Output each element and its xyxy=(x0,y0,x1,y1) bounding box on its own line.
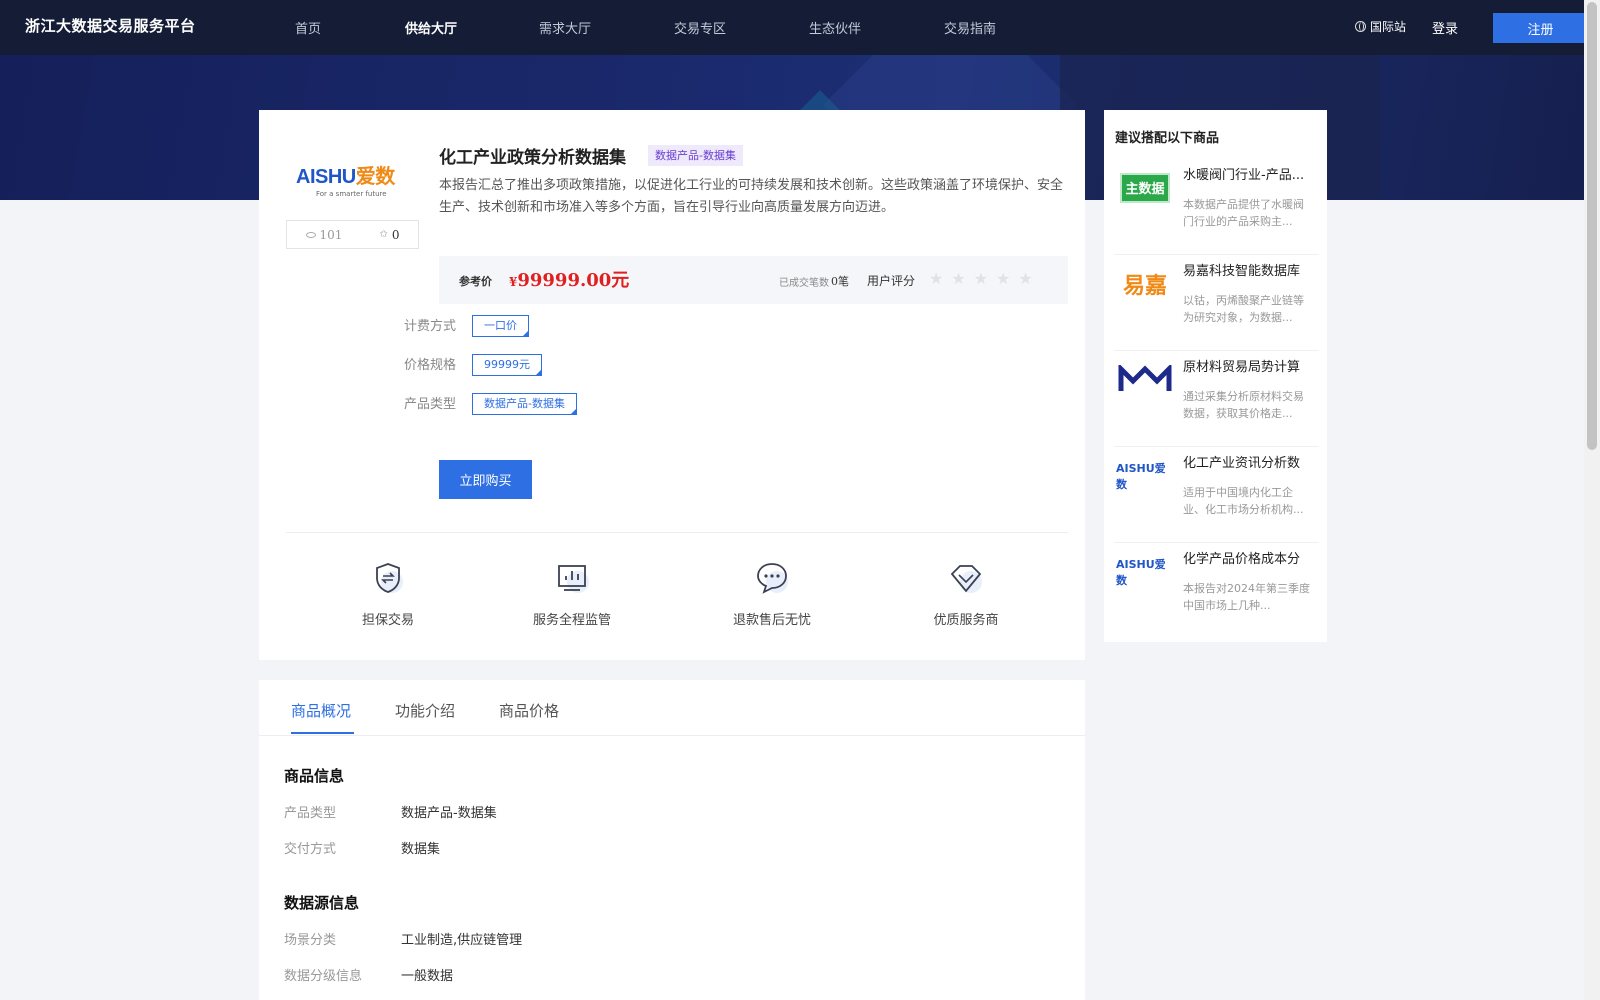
section-title-product-info: 商品信息 xyxy=(284,767,345,785)
info-key: 产品类型 xyxy=(284,806,337,821)
nav-home[interactable]: 首页 xyxy=(295,18,321,37)
star-icon: ★ xyxy=(1018,269,1033,288)
recommendation-title: 建议搭配以下商品 xyxy=(1115,131,1220,146)
vendor-logo: AISHU爱数 For a smarter future xyxy=(296,166,395,198)
product-thumbnail xyxy=(1116,362,1174,398)
star-icon: ★ xyxy=(996,269,1011,288)
international-site-link[interactable]: 国际站 xyxy=(1355,18,1406,35)
product-price: ¥99999.00元 xyxy=(509,270,630,291)
deals-count-label: 已成交笔数 xyxy=(779,278,829,289)
nav-trade-guide[interactable]: 交易指南 xyxy=(944,18,996,37)
category-badge: 数据产品-数据集 xyxy=(648,145,743,166)
product-details-panel: 商品概况 功能介绍 商品价格 商品信息 产品类型 数据产品-数据集 交付方式 数… xyxy=(259,680,1085,1000)
recommendation-item[interactable]: 原材料贸易局势计算 通过采集分析原材料交易数据，获取其价格走... xyxy=(1114,352,1319,447)
feature-quality-provider: 优质服务商 xyxy=(906,560,1026,628)
product-thumbnail: AISHU爱数 xyxy=(1116,558,1166,587)
user-rating-label: 用户评分 xyxy=(867,274,916,288)
product-type-label: 产品类型 xyxy=(404,397,457,412)
divider xyxy=(259,735,1085,736)
recommendation-item[interactable]: AISHU爱数 化学产品价格成本分 本报告对2024年第三季度中国市场上几种..… xyxy=(1114,544,1319,639)
active-tab-indicator xyxy=(291,732,354,734)
page-scrollbar[interactable] xyxy=(1584,0,1600,1000)
product-type-option[interactable]: 数据产品-数据集 xyxy=(472,393,577,415)
info-value: 工业制造,供应链管理 xyxy=(401,933,523,948)
reference-price-label: 参考价 xyxy=(459,275,492,288)
info-value: 一般数据 xyxy=(401,969,454,984)
divider xyxy=(286,532,1068,533)
product-stats: 101 ✩ 0 xyxy=(286,220,419,249)
login-link[interactable]: 登录 xyxy=(1432,18,1458,37)
price-spec-label: 价格规格 xyxy=(404,358,457,373)
feature-full-supervision: 服务全程监管 xyxy=(512,560,632,628)
star-icon: ★ xyxy=(951,269,966,288)
register-button[interactable]: 注册 xyxy=(1493,13,1588,43)
product-thumbnail: 主数据 xyxy=(1116,170,1174,206)
product-thumbnail: AISHU爱数 xyxy=(1116,462,1166,491)
info-value: 数据集 xyxy=(401,842,441,857)
brand-mark-icon xyxy=(1118,365,1172,391)
billing-method-option[interactable]: 一口价 xyxy=(472,315,529,337)
shield-exchange-icon xyxy=(376,563,403,593)
product-card: AISHU爱数 For a smarter future 101 ✩ 0 化工产… xyxy=(259,110,1085,660)
views-stat: 101 xyxy=(305,228,342,242)
recommendation-item[interactable]: 主数据 水暖阀门行业-产品... 本数据产品提供了水暖阀门行业的产品采购主... xyxy=(1114,160,1319,255)
recommendation-panel: 建议搭配以下商品 主数据 水暖阀门行业-产品... 本数据产品提供了水暖阀门行业… xyxy=(1104,110,1327,642)
tab-overview[interactable]: 商品概况 xyxy=(291,700,351,721)
nav-supply-hall[interactable]: 供给大厅 xyxy=(405,18,457,37)
feature-refund-worry-free: 退款售后无忧 xyxy=(712,560,832,628)
nav-trade-zone[interactable]: 交易专区 xyxy=(674,18,726,37)
info-value: 数据产品-数据集 xyxy=(401,806,497,821)
info-key: 场景分类 xyxy=(284,933,337,948)
favorites-stat[interactable]: ✩ 0 xyxy=(379,228,399,242)
deals-count-value: 0笔 xyxy=(831,275,849,288)
product-thumbnail: 易嘉 xyxy=(1122,274,1167,299)
monitor-chart-icon xyxy=(558,565,589,593)
diamond-icon xyxy=(950,565,982,593)
price-spec-option[interactable]: 99999元 xyxy=(472,354,542,376)
top-nav: 浙江大数据交易服务平台 首页 供给大厅 需求大厅 交易专区 生态伙伴 交易指南 … xyxy=(0,0,1588,55)
globe-icon xyxy=(1355,21,1366,32)
recommendation-item[interactable]: 易嘉 易嘉科技智能数据库 以钴，丙烯酸聚产业链等为研究对象，为数据... xyxy=(1114,256,1319,351)
scrollbar-thumb[interactable] xyxy=(1587,2,1597,450)
recommendation-item[interactable]: AISHU爱数 化工产业资讯分析数 适用于中国境内化工企业、化工市场分析机构..… xyxy=(1114,448,1319,543)
chat-bubble-icon xyxy=(757,563,788,594)
star-outline-icon: ✩ xyxy=(379,229,388,240)
billing-method-label: 计费方式 xyxy=(404,319,457,334)
site-brand[interactable]: 浙江大数据交易服务平台 xyxy=(25,15,196,36)
international-site-label: 国际站 xyxy=(1370,20,1407,34)
star-icon: ★ xyxy=(929,269,944,288)
section-title-data-source: 数据源信息 xyxy=(284,894,360,912)
price-bar: 参考价 ¥99999.00元 已成交笔数 0笔 用户评分 ★ ★ ★ ★ ★ xyxy=(439,256,1068,304)
info-key: 交付方式 xyxy=(284,842,337,857)
tab-features[interactable]: 功能介绍 xyxy=(395,700,455,721)
tab-pricing[interactable]: 商品价格 xyxy=(499,700,559,721)
nav-ecosystem-partners[interactable]: 生态伙伴 xyxy=(809,18,861,37)
buy-now-button[interactable]: 立即购买 xyxy=(439,460,532,499)
feature-guaranteed-trade: 担保交易 xyxy=(328,560,448,628)
product-title: 化工产业政策分析数据集 xyxy=(439,148,626,168)
star-icon: ★ xyxy=(973,269,989,288)
rating-stars: ★ ★ ★ ★ ★ xyxy=(929,269,1033,288)
info-key: 数据分级信息 xyxy=(284,969,363,984)
product-description: 本报告汇总了推出多项政策措施，以促进化工行业的可持续发展和技术创新。这些政策涵盖… xyxy=(439,178,1064,215)
nav-demand-hall[interactable]: 需求大厅 xyxy=(539,18,591,37)
eye-icon xyxy=(305,231,316,238)
